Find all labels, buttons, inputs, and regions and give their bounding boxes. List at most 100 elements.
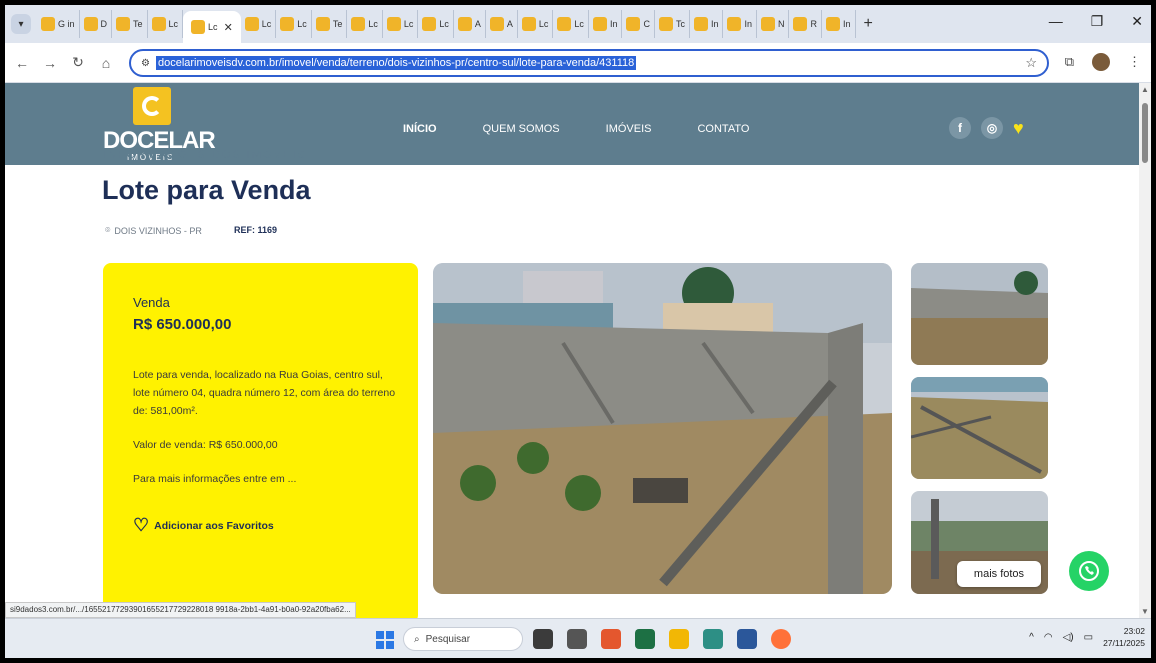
- browser-tab[interactable]: D: [80, 10, 113, 38]
- tab-search-button[interactable]: ▾: [11, 14, 31, 34]
- browser-tab[interactable]: A: [486, 10, 518, 38]
- add-favorite-label: Adicionar aos Favoritos: [154, 519, 274, 532]
- browser-tab[interactable]: Lc: [383, 10, 419, 38]
- description: Lote para venda, localizado na Rua Goias…: [133, 366, 398, 504]
- tab-favicon-icon: [693, 17, 708, 31]
- facebook-icon[interactable]: f: [949, 117, 971, 139]
- bookmark-star-icon[interactable]: ☆: [1025, 55, 1037, 71]
- tab-favicon-icon: [489, 17, 504, 31]
- chevron-up-icon[interactable]: ^: [1029, 632, 1034, 643]
- clock-date: 27/11/2025: [1103, 638, 1145, 648]
- tab-close-icon[interactable]: ✕: [224, 21, 233, 34]
- file-explorer-icon[interactable]: [669, 629, 689, 649]
- window-controls: — ❐ ✕: [1049, 13, 1143, 30]
- browser-tab[interactable]: Tc: [655, 10, 690, 38]
- browser-tab[interactable]: R: [789, 10, 822, 38]
- back-icon[interactable]: ←: [11, 55, 33, 71]
- browser-tab[interactable]: Lc ✕: [183, 11, 241, 43]
- browser-tab[interactable]: Lc: [347, 10, 383, 38]
- add-favorite-button[interactable]: ♡ Adicionar aos Favoritos: [133, 515, 274, 536]
- browser-tab[interactable]: In: [822, 10, 856, 38]
- nav-quem-somos[interactable]: QUEM SOMOS: [483, 123, 560, 135]
- thumbnail-photo[interactable]: [911, 263, 1048, 365]
- tab-label: G in: [58, 19, 75, 29]
- tabs: G in D Te Lc Lc ✕ Lc Lc Te Lc Lc Lc A A Lc Lc In C Tc In In N…: [37, 5, 856, 43]
- scroll-up-icon[interactable]: ▲: [1141, 85, 1149, 94]
- nav-imoveis[interactable]: IMÓVEIS: [606, 123, 652, 135]
- chrome-icon[interactable]: [601, 629, 621, 649]
- reload-icon[interactable]: ↻: [67, 54, 89, 71]
- tab-favicon-icon: [557, 17, 572, 31]
- nav-inicio[interactable]: INÍCIO: [403, 123, 437, 135]
- browser-tab[interactable]: Lc: [418, 10, 454, 38]
- close-icon[interactable]: ✕: [1131, 13, 1143, 30]
- tab-label: Lc: [368, 19, 378, 29]
- wifi-icon[interactable]: ◠: [1044, 632, 1053, 643]
- browser-tab[interactable]: A: [454, 10, 486, 38]
- tab-favicon-icon: [727, 17, 742, 31]
- app-icon[interactable]: [533, 629, 553, 649]
- tab-label: C: [643, 19, 650, 29]
- page-viewport: DOCELAR IMÓVEIS INÍCIO QUEM SOMOS IMÓVEI…: [5, 83, 1139, 618]
- browser-tab[interactable]: In: [723, 10, 757, 38]
- clock[interactable]: 23:02 27/11/2025: [1103, 625, 1145, 649]
- extensions-icon[interactable]: ⧉: [1065, 54, 1074, 70]
- whatsapp-button[interactable]: [1069, 551, 1109, 591]
- browser-tab[interactable]: G in: [37, 10, 80, 38]
- address-row: ← → ↻ ⌂ ⚙ docelarimoveisdv.com.br/imovel…: [5, 43, 1151, 83]
- main-property-photo[interactable]: [433, 263, 892, 594]
- description-paragraph: Lote para venda, localizado na Rua Goias…: [133, 369, 396, 417]
- more-photos-button[interactable]: mais fotos: [957, 561, 1041, 587]
- restore-icon[interactable]: ❐: [1091, 13, 1104, 30]
- tab-favicon-icon: [825, 17, 840, 31]
- address-bar[interactable]: ⚙ docelarimoveisdv.com.br/imovel/venda/t…: [129, 49, 1049, 77]
- battery-icon[interactable]: ▭: [1084, 632, 1093, 643]
- tab-favicon-icon: [244, 17, 259, 31]
- task-view-icon[interactable]: [567, 629, 587, 649]
- tab-favicon-icon: [592, 17, 607, 31]
- site-info-icon[interactable]: ⚙: [141, 58, 150, 69]
- page-scrollbar[interactable]: ▲ ▼: [1139, 83, 1151, 618]
- url-text[interactable]: docelarimoveisdv.com.br/imovel/venda/ter…: [155, 56, 637, 70]
- scroll-down-icon[interactable]: ▼: [1141, 607, 1149, 616]
- browser-tab[interactable]: Lc: [553, 10, 589, 38]
- status-url: si9dados3.com.br/.../1655217729390165521…: [5, 602, 356, 618]
- favorites-heart-icon[interactable]: ♥: [1013, 118, 1024, 139]
- profile-avatar[interactable]: [1092, 53, 1110, 71]
- nav-contato[interactable]: CONTATO: [697, 123, 749, 135]
- forward-icon[interactable]: →: [39, 55, 61, 71]
- browser-tab[interactable]: Lc: [518, 10, 554, 38]
- thumbnail-photo[interactable]: [911, 377, 1048, 479]
- tab-label: Tc: [675, 19, 685, 29]
- minimize-icon[interactable]: —: [1049, 13, 1063, 30]
- excel-icon[interactable]: [635, 629, 655, 649]
- volume-icon[interactable]: ◁): [1063, 632, 1074, 643]
- description-paragraph: Para mais informações entre em ...: [133, 473, 297, 485]
- browser-tab[interactable]: Lc: [241, 10, 277, 38]
- new-tab-button[interactable]: +: [864, 15, 873, 33]
- browser-tab[interactable]: Lc: [276, 10, 312, 38]
- browser-tab[interactable]: Te: [112, 10, 148, 38]
- taskbar-search[interactable]: ⌕ Pesquisar: [403, 627, 523, 651]
- home-icon[interactable]: ⌂: [95, 55, 117, 71]
- browser-tab[interactable]: Lc: [148, 10, 184, 38]
- word-icon[interactable]: [737, 629, 757, 649]
- browser-tab[interactable]: C: [622, 10, 655, 38]
- firefox-icon[interactable]: [771, 629, 791, 649]
- app-icon[interactable]: [703, 629, 723, 649]
- heart-outline-icon: ♡: [133, 515, 150, 535]
- browser-tab[interactable]: In: [589, 10, 623, 38]
- tab-label: In: [744, 19, 752, 29]
- scrollbar-thumb[interactable]: [1142, 103, 1148, 163]
- instagram-icon[interactable]: ◎: [981, 117, 1003, 139]
- reference-code: REF: 1169: [234, 225, 278, 235]
- logo-icon[interactable]: [133, 87, 171, 125]
- windows-start-icon[interactable]: [376, 631, 394, 649]
- price-type: Venda: [133, 295, 170, 310]
- browser-tab[interactable]: In: [690, 10, 724, 38]
- menu-kebab-icon[interactable]: ⋮: [1128, 54, 1141, 70]
- page-title: Lote para Venda: [102, 175, 311, 205]
- browser-tab[interactable]: N: [757, 10, 790, 38]
- browser-tab[interactable]: Te: [312, 10, 348, 38]
- tab-label: R: [810, 19, 817, 29]
